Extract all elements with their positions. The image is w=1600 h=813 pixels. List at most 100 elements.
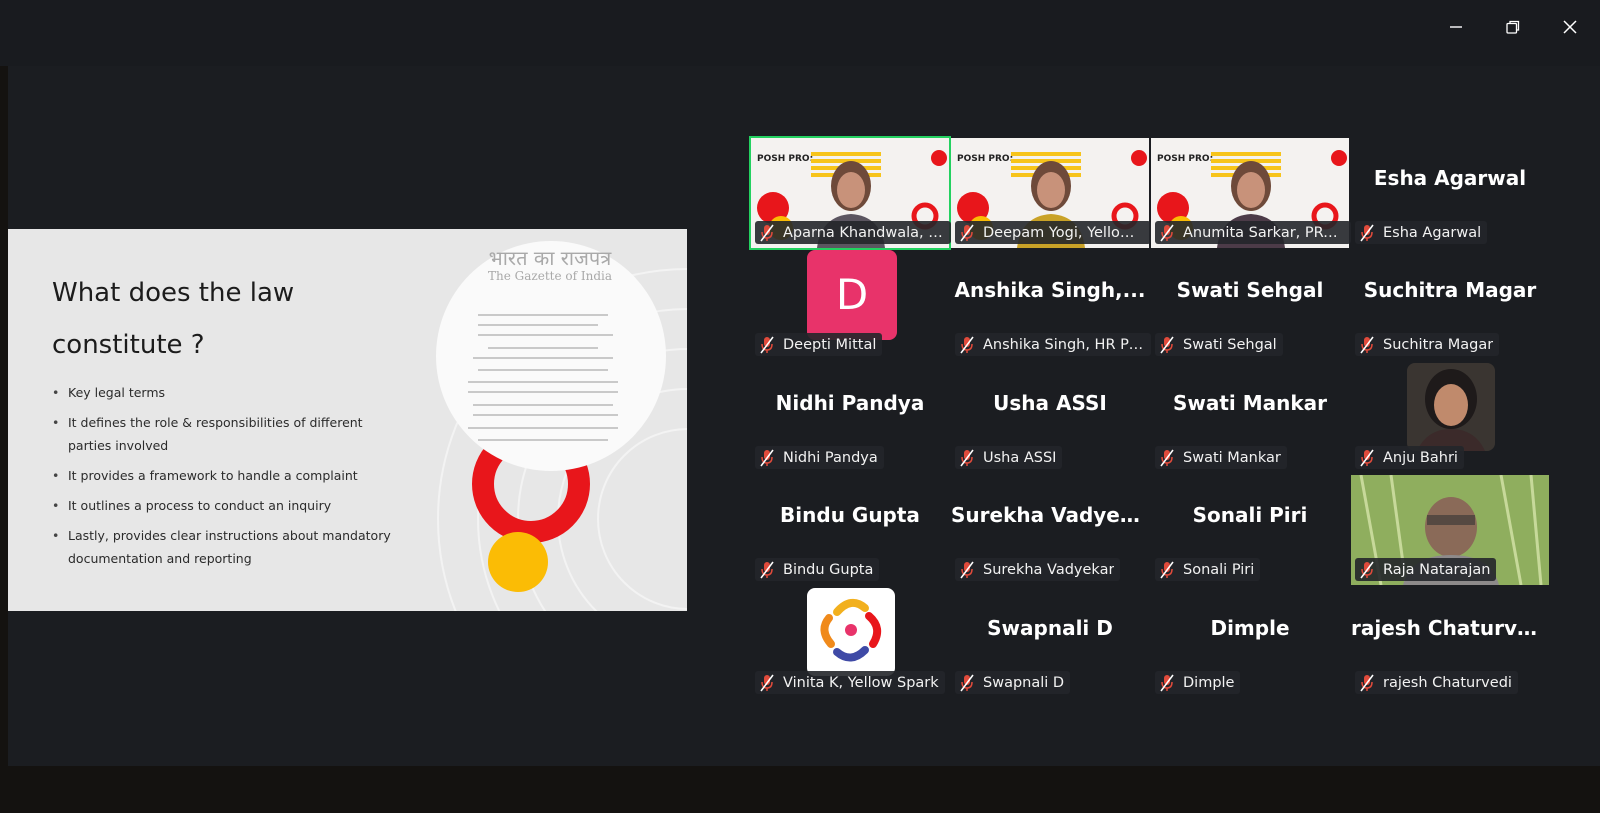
participant-tile[interactable]: Raja Natarajan — [1351, 475, 1549, 585]
mic-muted-icon — [1160, 674, 1174, 691]
participant-name: Vinita K, Yellow Spark — [783, 674, 939, 691]
participant-tile[interactable]: Anju Bahri — [1351, 363, 1549, 473]
mic-muted-icon — [1160, 561, 1174, 578]
participant-tile[interactable]: Nidhi Pandya Nidhi Pandya — [751, 363, 949, 473]
bullet-item: Key legal terms — [52, 381, 392, 404]
participant-name-label: Esha Agarwal — [1355, 221, 1488, 244]
close-button[interactable] — [1552, 12, 1588, 42]
slide-title: What does the law constitute ? — [52, 267, 392, 371]
participant-name-label: Swapnali D — [955, 671, 1071, 694]
bullet-item: Lastly, provides clear instructions abou… — [52, 524, 392, 570]
bullet-item: It provides a framework to handle a comp… — [52, 464, 392, 487]
participant-name-label: Raja Natarajan — [1355, 558, 1497, 581]
participant-tile[interactable]: Swapnali D Swapnali D — [951, 588, 1149, 698]
participant-tile[interactable]: Swati Sehgal Swati Sehgal — [1151, 250, 1349, 360]
participant-display-name: Nidhi Pandya — [775, 391, 925, 415]
participant-name: Deepam Yogi, Yellow S... — [983, 224, 1145, 241]
participant-name-label: Dimple — [1155, 671, 1241, 694]
participant-tile[interactable]: Suchitra Magar Suchitra Magar — [1351, 250, 1549, 360]
mic-muted-icon — [960, 674, 974, 691]
participant-name: Suchitra Magar — [1383, 336, 1494, 353]
participant-display-name: Anshika Singh,... — [954, 278, 1146, 302]
close-icon — [1563, 20, 1577, 34]
avatar: D — [807, 250, 897, 340]
participant-name-label: Anumita Sarkar, PRAB... — [1155, 221, 1351, 244]
participant-name-label: Suchitra Magar — [1355, 333, 1500, 356]
participant-display-name: Surekha Vadyekar — [951, 503, 1149, 527]
mic-muted-icon — [1360, 674, 1374, 691]
restore-icon — [1506, 20, 1520, 34]
participant-name: Anju Bahri — [1383, 449, 1458, 466]
participant-name: Swati Mankar — [1183, 449, 1281, 466]
participant-tile[interactable]: Swati Mankar Swati Mankar — [1151, 363, 1349, 473]
participant-name-label: Bindu Gupta — [755, 558, 880, 581]
participant-name: rajesh Chaturvedi — [1383, 674, 1512, 691]
slide-title-line-2: constitute ? — [52, 330, 205, 360]
participant-display-name: Swati Sehgal — [1176, 278, 1324, 302]
mic-muted-icon — [760, 449, 774, 466]
participant-display-name: Esha Agarwal — [1373, 166, 1527, 190]
participant-tile[interactable]: POSH PRO: Deepam Yogi, Yellow S... — [951, 138, 1151, 248]
mic-muted-icon — [760, 561, 774, 578]
mic-muted-icon — [960, 224, 974, 241]
participant-name: Aparna Khandwala, Yello... — [783, 224, 945, 241]
participant-name-label: Deepti Mittal — [755, 333, 883, 356]
mic-muted-icon — [1360, 449, 1374, 466]
restore-button[interactable] — [1495, 12, 1531, 42]
participant-tile[interactable]: Vinita K, Yellow Spark — [751, 588, 949, 698]
participant-tile[interactable]: D Deepti Mittal — [751, 250, 949, 360]
participant-tile[interactable]: Usha ASSI Usha ASSI — [951, 363, 1149, 473]
participant-name-label: rajesh Chaturvedi — [1355, 671, 1518, 694]
participant-display-name: Usha ASSI — [993, 391, 1107, 415]
participant-name: Surekha Vadyekar — [983, 561, 1115, 578]
gazette-english-title: The Gazette of India — [488, 269, 612, 283]
mic-muted-icon — [960, 336, 974, 353]
yellow-dot — [488, 532, 548, 592]
participant-logo — [807, 588, 895, 676]
participant-name: Dimple — [1183, 674, 1235, 691]
bullet-item: It defines the role & responsibilities o… — [52, 411, 392, 457]
participant-tile[interactable]: POSH PRO: Anumita Sarkar, PRAB... — [1151, 138, 1351, 248]
mic-muted-icon — [1160, 449, 1174, 466]
participant-tile[interactable]: Esha Agarwal Esha Agarwal — [1351, 138, 1549, 248]
mic-muted-icon — [1360, 336, 1374, 353]
participant-tile[interactable]: rajesh Chaturvedi rajesh Chaturvedi — [1351, 588, 1549, 698]
participant-tile[interactable]: Bindu Gupta Bindu Gupta — [751, 475, 949, 585]
participant-name-label: Usha ASSI — [955, 446, 1063, 469]
participant-name: Usha ASSI — [983, 449, 1057, 466]
participant-display-name: Suchitra Magar — [1363, 278, 1537, 302]
participant-name-label: Anshika Singh, HR Pra... — [955, 333, 1151, 356]
mic-muted-icon — [760, 336, 774, 353]
slide-bullet-list: Key legal terms It defines the role & re… — [52, 381, 392, 577]
participant-name-label: Surekha Vadyekar — [955, 558, 1121, 581]
participant-tile[interactable]: Sonali Piri Sonali Piri — [1151, 475, 1349, 585]
participant-tile[interactable]: Surekha Vadyekar Surekha Vadyekar — [951, 475, 1149, 585]
participant-name: Deepti Mittal — [783, 336, 877, 353]
participant-tile[interactable]: Anshika Singh,... Anshika Singh, HR Pra..… — [951, 250, 1151, 360]
minimize-button[interactable] — [1438, 12, 1474, 42]
minimize-icon — [1450, 26, 1462, 28]
participant-display-name: Sonali Piri — [1192, 503, 1308, 527]
participant-name: Bindu Gupta — [783, 561, 874, 578]
participant-name-label: Nidhi Pandya — [755, 446, 884, 469]
participant-name-label: Deepam Yogi, Yellow S... — [955, 221, 1151, 244]
participant-name: Esha Agarwal — [1383, 224, 1482, 241]
participant-tile[interactable]: Dimple Dimple — [1151, 588, 1349, 698]
bullet-item: It outlines a process to conduct an inqu… — [52, 494, 392, 517]
participant-display-name: Dimple — [1210, 616, 1290, 640]
participant-name: Anshika Singh, HR Pra... — [983, 336, 1145, 353]
participant-name: Nidhi Pandya — [783, 449, 878, 466]
mic-muted-icon — [760, 224, 774, 241]
gazette-hindi-title: भारत का राजपत्र — [488, 246, 612, 270]
participant-name-label: Swati Mankar — [1155, 446, 1287, 469]
participant-display-name: Bindu Gupta — [780, 503, 920, 527]
participant-name: Swapnali D — [983, 674, 1065, 691]
mic-muted-icon — [1160, 224, 1174, 241]
participant-name: Anumita Sarkar, PRAB... — [1183, 224, 1345, 241]
participant-name: Swati Sehgal — [1183, 336, 1277, 353]
participant-tile[interactable]: POSH PRO:Aparna Khandwala, Yello... — [749, 136, 951, 250]
participant-display-name: Swati Mankar — [1172, 391, 1328, 415]
participant-name-label: Vinita K, Yellow Spark — [755, 671, 945, 694]
participant-display-name: Swapnali D — [987, 616, 1113, 640]
mic-muted-icon — [1360, 561, 1374, 578]
